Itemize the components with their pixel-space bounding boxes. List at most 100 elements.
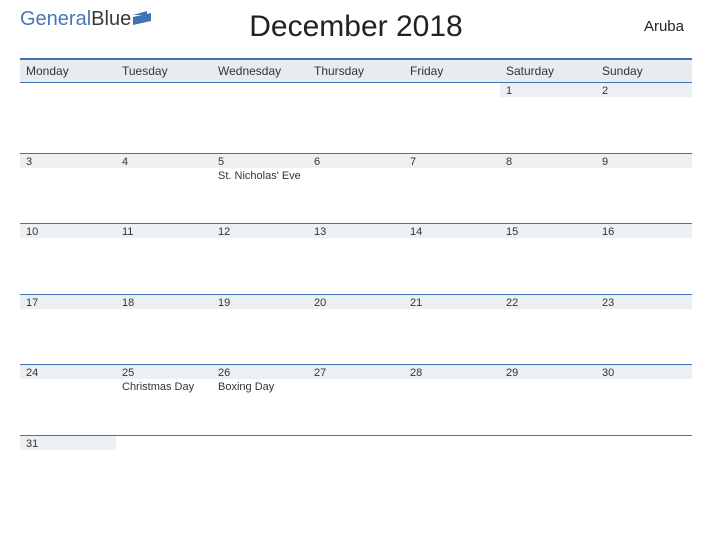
week-event-row: St. Nicholas' Eve (20, 168, 692, 224)
day-number-cell (596, 435, 692, 450)
day-event-cell (116, 238, 212, 294)
week-event-row (20, 309, 692, 365)
day-header: Thursday (308, 59, 404, 83)
day-number-cell: 26 (212, 365, 308, 380)
day-event-cell (404, 238, 500, 294)
day-event-cell (500, 238, 596, 294)
header: GeneralBlue December 2018 Aruba (0, 0, 712, 58)
day-number-cell: 31 (20, 435, 116, 450)
day-event-cell (212, 238, 308, 294)
day-number-cell (116, 435, 212, 450)
day-number-cell: 30 (596, 365, 692, 380)
day-event-cell (20, 450, 116, 510)
day-number-cell: 15 (500, 224, 596, 239)
day-event-cell (596, 450, 692, 510)
day-event-cell (404, 450, 500, 510)
day-event-cell (596, 238, 692, 294)
day-event-cell (308, 168, 404, 224)
day-event-cell (308, 309, 404, 365)
day-event-cell (20, 238, 116, 294)
day-event-cell (308, 97, 404, 153)
day-header: Saturday (500, 59, 596, 83)
day-event-cell (308, 379, 404, 435)
day-number-cell: 13 (308, 224, 404, 239)
day-number-cell (116, 83, 212, 98)
day-number-cell: 7 (404, 153, 500, 168)
day-number-cell: 29 (500, 365, 596, 380)
day-number-cell: 18 (116, 294, 212, 309)
day-number-cell: 24 (20, 365, 116, 380)
day-number-cell: 6 (308, 153, 404, 168)
day-number-cell: 28 (404, 365, 500, 380)
day-number-cell: 12 (212, 224, 308, 239)
day-number-cell: 8 (500, 153, 596, 168)
day-event-cell (212, 97, 308, 153)
day-number-cell: 1 (500, 83, 596, 98)
week-number-row: 12 (20, 83, 692, 98)
day-event-cell (596, 168, 692, 224)
day-event-cell (500, 379, 596, 435)
week-number-row: 3456789 (20, 153, 692, 168)
day-number-cell (212, 435, 308, 450)
day-number-cell: 10 (20, 224, 116, 239)
day-event-cell (20, 379, 116, 435)
day-event-cell: St. Nicholas' Eve (212, 168, 308, 224)
day-event-cell (500, 309, 596, 365)
day-number-cell: 2 (596, 83, 692, 98)
day-event-cell (212, 450, 308, 510)
week-event-row (20, 238, 692, 294)
day-number-cell (404, 435, 500, 450)
week-number-row: 31 (20, 435, 692, 450)
day-event-cell: Christmas Day (116, 379, 212, 435)
day-number-cell: 16 (596, 224, 692, 239)
day-number-cell (20, 83, 116, 98)
day-number-cell: 22 (500, 294, 596, 309)
day-number-cell (212, 83, 308, 98)
day-number-cell: 17 (20, 294, 116, 309)
day-event-cell (116, 309, 212, 365)
day-event-cell (116, 97, 212, 153)
day-event-cell (596, 309, 692, 365)
day-event-cell (500, 97, 596, 153)
day-number-cell: 23 (596, 294, 692, 309)
day-number-cell: 20 (308, 294, 404, 309)
day-event-cell (500, 450, 596, 510)
day-event-cell (116, 450, 212, 510)
day-number-cell (404, 83, 500, 98)
day-event-cell (404, 379, 500, 435)
day-number-cell (308, 83, 404, 98)
day-event-cell (404, 309, 500, 365)
week-event-row: Christmas DayBoxing Day (20, 379, 692, 435)
day-header: Wednesday (212, 59, 308, 83)
day-number-cell: 14 (404, 224, 500, 239)
week-event-row (20, 450, 692, 510)
week-number-row: 17181920212223 (20, 294, 692, 309)
day-event-cell (308, 450, 404, 510)
day-number-cell: 11 (116, 224, 212, 239)
day-number-cell (500, 435, 596, 450)
day-header: Friday (404, 59, 500, 83)
week-number-row: 24252627282930 (20, 365, 692, 380)
calendar-grid: Monday Tuesday Wednesday Thursday Friday… (20, 58, 692, 510)
day-number-cell: 3 (20, 153, 116, 168)
day-event-cell (404, 97, 500, 153)
day-number-cell: 5 (212, 153, 308, 168)
day-number-cell: 9 (596, 153, 692, 168)
region-label: Aruba (644, 18, 684, 35)
day-event-cell (20, 168, 116, 224)
day-event-cell (596, 97, 692, 153)
day-number-cell: 19 (212, 294, 308, 309)
week-event-row (20, 97, 692, 153)
day-event-cell (20, 309, 116, 365)
day-number-cell: 21 (404, 294, 500, 309)
day-header: Tuesday (116, 59, 212, 83)
day-event-cell (596, 379, 692, 435)
day-number-cell: 27 (308, 365, 404, 380)
day-event-cell (212, 309, 308, 365)
day-event-cell (308, 238, 404, 294)
day-event-cell (500, 168, 596, 224)
day-number-cell (308, 435, 404, 450)
day-number-cell: 25 (116, 365, 212, 380)
week-number-row: 10111213141516 (20, 224, 692, 239)
day-event-cell (404, 168, 500, 224)
